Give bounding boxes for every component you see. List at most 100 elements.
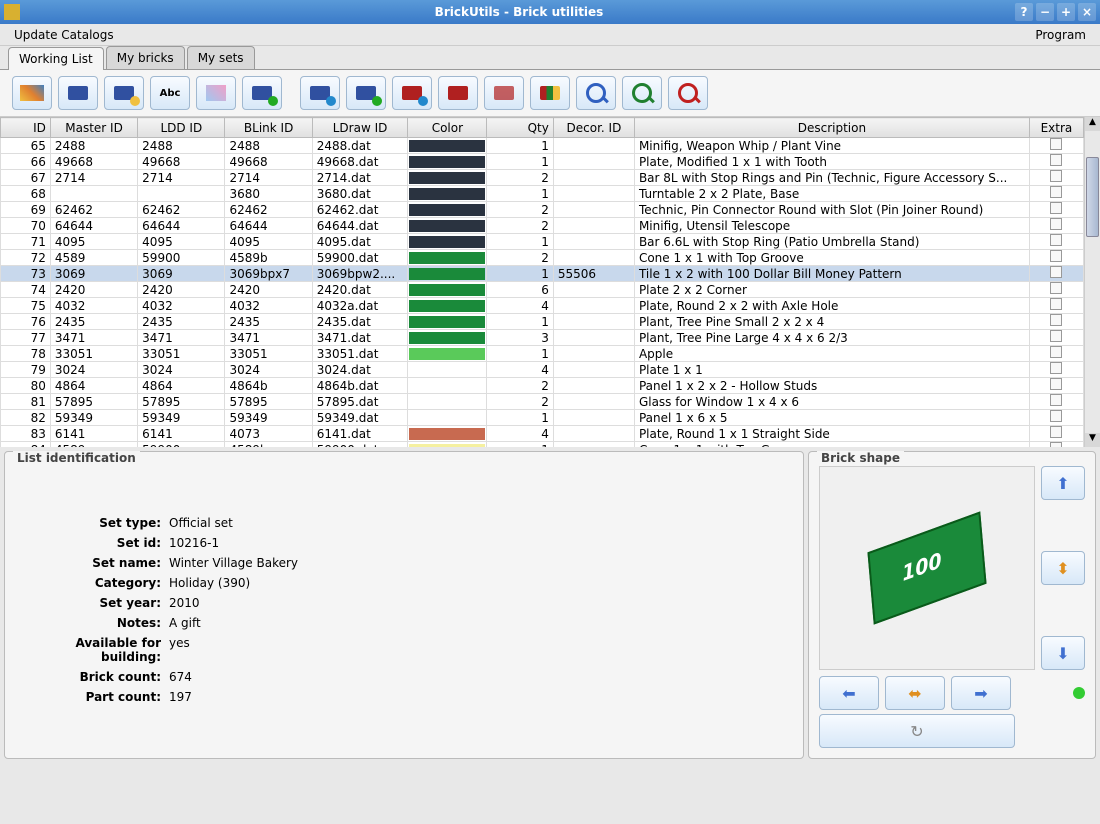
- table-row[interactable]: 793024302430243024.dat4Plate 1 x 1: [1, 362, 1084, 378]
- extra-checkbox[interactable]: [1050, 234, 1062, 246]
- toolbar-add-green-button[interactable]: [346, 76, 386, 110]
- info-value: 197: [169, 690, 793, 704]
- window-help-button[interactable]: ?: [1015, 3, 1033, 21]
- arrow-right-icon: ➡: [974, 684, 987, 703]
- table-row[interactable]: 7833051330513305133051.dat1Apple: [1, 346, 1084, 362]
- tab-my-bricks[interactable]: My bricks: [106, 46, 185, 69]
- rotate-vertical-button[interactable]: ⬍: [1041, 551, 1085, 585]
- table-row[interactable]: 714095409540954095.dat1Bar 6.6L with Sto…: [1, 234, 1084, 250]
- col-decor[interactable]: Decor. ID: [553, 118, 634, 138]
- arrow-left-icon: ⬅: [842, 684, 855, 703]
- extra-checkbox[interactable]: [1050, 154, 1062, 166]
- info-value: Official set: [169, 516, 793, 530]
- table-row[interactable]: 8259349593495934959349.dat1Panel 1 x 6 x…: [1, 410, 1084, 426]
- toolbar-search-blue-button[interactable]: [576, 76, 616, 110]
- window-maximize-button[interactable]: +: [1057, 3, 1075, 21]
- rotate-right-button[interactable]: ➡: [951, 676, 1011, 710]
- toolbar-import-set-button[interactable]: [12, 76, 52, 110]
- info-label: Brick count:: [21, 670, 161, 684]
- info-value: Holiday (390): [169, 576, 793, 590]
- menu-update-catalogs[interactable]: Update Catalogs: [6, 26, 122, 44]
- toolbar-brick-button[interactable]: [58, 76, 98, 110]
- extra-checkbox[interactable]: [1050, 170, 1062, 182]
- table-row[interactable]: 8157895578955789557895.dat2Glass for Win…: [1, 394, 1084, 410]
- toolbar-brick-down-button[interactable]: [104, 76, 144, 110]
- window-close-button[interactable]: ×: [1078, 3, 1096, 21]
- rotate-left-button[interactable]: ⬅: [819, 676, 879, 710]
- toolbar-export-image-button[interactable]: [196, 76, 236, 110]
- extra-checkbox[interactable]: [1050, 186, 1062, 198]
- toolbar-red-texture-button[interactable]: [484, 76, 524, 110]
- table-row[interactable]: 742420242024202420.dat6Plate 2 x 2 Corne…: [1, 282, 1084, 298]
- col-qty[interactable]: Qty: [487, 118, 554, 138]
- tab-my-sets[interactable]: My sets: [187, 46, 255, 69]
- extra-checkbox[interactable]: [1050, 314, 1062, 326]
- table-row[interactable]: 844589599004589b59900.dat1Cone 1 x 1 wit…: [1, 442, 1084, 448]
- extra-checkbox[interactable]: [1050, 298, 1062, 310]
- refresh-button[interactable]: ↻: [819, 714, 1015, 748]
- info-label: Available for building:: [21, 636, 161, 664]
- col-color[interactable]: Color: [408, 118, 487, 138]
- rotate-down-button[interactable]: ⬇: [1041, 636, 1085, 670]
- toolbar-multi-button[interactable]: [530, 76, 570, 110]
- scroll-down-icon[interactable]: ▼: [1085, 433, 1100, 447]
- table-row[interactable]: 672714271427142714.dat2Bar 8L with Stop …: [1, 170, 1084, 186]
- table-row[interactable]: 73306930693069bpx73069bpw2....155506Tile…: [1, 266, 1084, 282]
- table-row[interactable]: 773471347134713471.dat3Plant, Tree Pine …: [1, 330, 1084, 346]
- table-row[interactable]: 754032403240324032a.dat4Plate, Round 2 x…: [1, 298, 1084, 314]
- table-row[interactable]: 7064644646446464464644.dat2Minifig, Uten…: [1, 218, 1084, 234]
- table-row[interactable]: 762435243524352435.dat1Plant, Tree Pine …: [1, 314, 1084, 330]
- extra-checkbox[interactable]: [1050, 138, 1062, 150]
- info-value: 10216-1: [169, 536, 793, 550]
- extra-checkbox[interactable]: [1050, 266, 1062, 278]
- col-ldd[interactable]: LDD ID: [138, 118, 225, 138]
- brick-table[interactable]: ID Master ID LDD ID BLink ID LDraw ID Co…: [0, 117, 1084, 447]
- menu-program[interactable]: Program: [1027, 26, 1094, 44]
- col-blink[interactable]: BLink ID: [225, 118, 312, 138]
- col-desc[interactable]: Description: [634, 118, 1029, 138]
- arrow-updown-icon: ⬍: [1056, 559, 1069, 578]
- extra-checkbox[interactable]: [1050, 330, 1062, 342]
- rotate-up-button[interactable]: ⬆: [1041, 466, 1085, 500]
- table-row[interactable]: 6962462624626246262462.dat2Technic, Pin …: [1, 202, 1084, 218]
- extra-checkbox[interactable]: [1050, 426, 1062, 438]
- extra-checkbox[interactable]: [1050, 250, 1062, 262]
- extra-checkbox[interactable]: [1050, 202, 1062, 214]
- col-extra[interactable]: Extra: [1029, 118, 1083, 138]
- table-row[interactable]: 6836803680.dat1Turntable 2 x 2 Plate, Ba…: [1, 186, 1084, 202]
- scroll-up-icon[interactable]: ▲: [1085, 117, 1100, 131]
- extra-checkbox[interactable]: [1050, 442, 1062, 447]
- tab-bar: Working List My bricks My sets: [0, 46, 1100, 70]
- rotate-horizontal-button[interactable]: ⬌: [885, 676, 945, 710]
- money-tile-icon: [867, 511, 986, 624]
- tab-working-list[interactable]: Working List: [8, 47, 104, 70]
- info-label: Category:: [21, 576, 161, 590]
- extra-checkbox[interactable]: [1050, 410, 1062, 422]
- extra-checkbox[interactable]: [1050, 394, 1062, 406]
- table-row[interactable]: 80486448644864b4864b.dat2Panel 1 x 2 x 2…: [1, 378, 1084, 394]
- info-label: Notes:: [21, 616, 161, 630]
- table-row[interactable]: 6649668496684966849668.dat1Plate, Modifi…: [1, 154, 1084, 170]
- table-row[interactable]: 724589599004589b59900.dat2Cone 1 x 1 wit…: [1, 250, 1084, 266]
- toolbar-add-blue-button[interactable]: [300, 76, 340, 110]
- extra-checkbox[interactable]: [1050, 346, 1062, 358]
- toolbar-text-button[interactable]: Abc: [150, 76, 190, 110]
- col-master[interactable]: Master ID: [50, 118, 137, 138]
- col-id[interactable]: ID: [1, 118, 51, 138]
- extra-checkbox[interactable]: [1050, 282, 1062, 294]
- scroll-thumb[interactable]: [1086, 157, 1099, 237]
- toolbar-red-brick-button[interactable]: [438, 76, 478, 110]
- table-scrollbar[interactable]: ▲ ▼: [1084, 117, 1100, 447]
- col-ldraw[interactable]: LDraw ID: [312, 118, 408, 138]
- extra-checkbox[interactable]: [1050, 218, 1062, 230]
- window-minimize-button[interactable]: −: [1036, 3, 1054, 21]
- toolbar-check-button[interactable]: [242, 76, 282, 110]
- extra-checkbox[interactable]: [1050, 378, 1062, 390]
- table-row[interactable]: 836141614140736141.dat4Plate, Round 1 x …: [1, 426, 1084, 442]
- extra-checkbox[interactable]: [1050, 362, 1062, 374]
- app-icon: [4, 4, 20, 20]
- toolbar-search-red-button[interactable]: [668, 76, 708, 110]
- table-row[interactable]: 652488248824882488.dat1Minifig, Weapon W…: [1, 138, 1084, 154]
- toolbar-add-red-button[interactable]: [392, 76, 432, 110]
- toolbar-search-green-button[interactable]: [622, 76, 662, 110]
